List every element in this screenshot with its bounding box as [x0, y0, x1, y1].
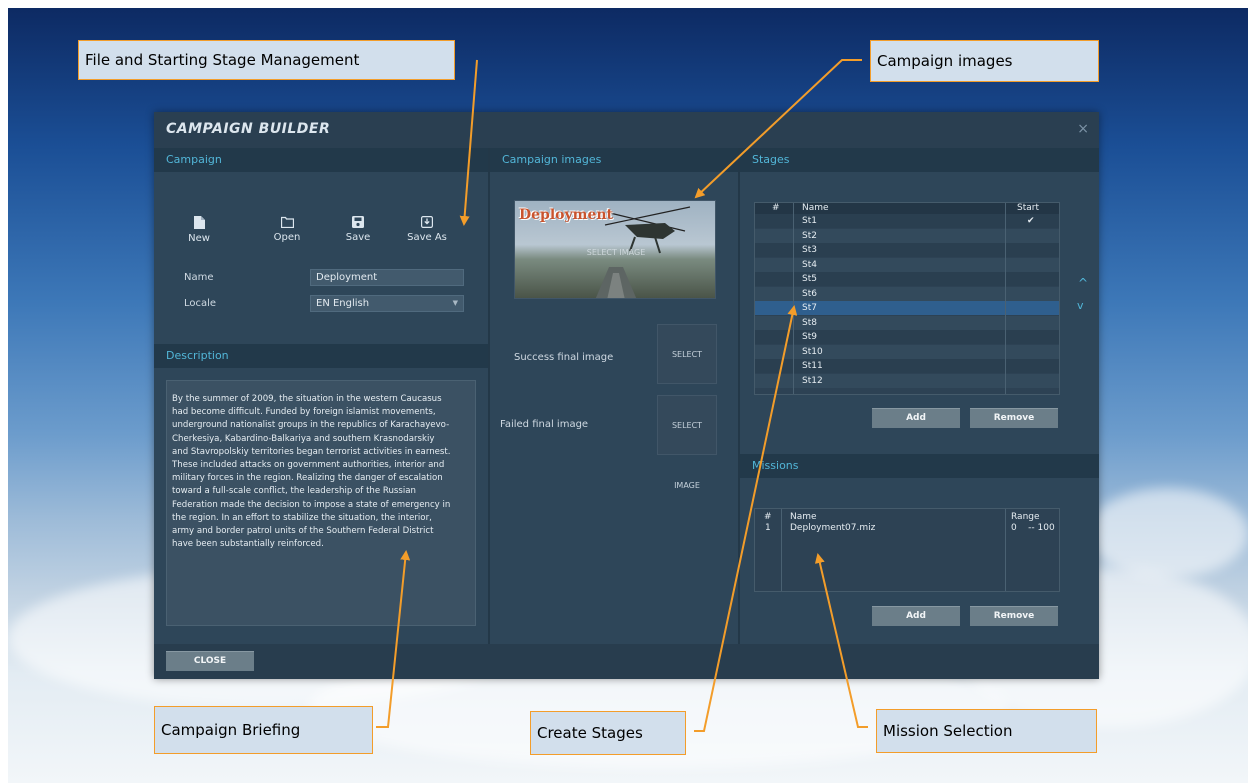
arrow-create-stages: [694, 305, 798, 732]
arrow-campaign-briefing: [376, 550, 411, 728]
arrow-file-management: [459, 59, 478, 226]
arrow-campaign-images: [694, 59, 862, 199]
callout-arrows: [376, 59, 868, 732]
arrow-mission-selection: [814, 553, 868, 728]
